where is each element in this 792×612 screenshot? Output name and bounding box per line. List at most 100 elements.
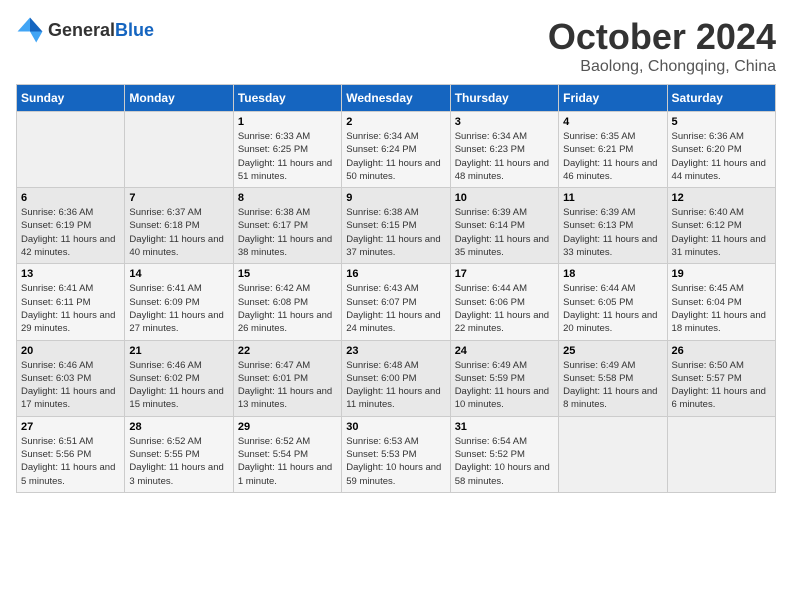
day-number: 21 [129,345,228,357]
day-number: 26 [672,345,771,357]
day-info: Sunrise: 6:52 AMSunset: 5:54 PMDaylight:… [238,435,337,488]
day-number: 8 [238,192,337,204]
day-number: 5 [672,116,771,128]
calendar-cell: 25 Sunrise: 6:49 AMSunset: 5:58 PMDayligh… [559,340,667,416]
calendar-cell: 2 Sunrise: 6:34 AMSunset: 6:24 PMDaylight… [342,112,450,188]
day-header: Tuesday [233,85,341,112]
calendar-cell: 13 Sunrise: 6:41 AMSunset: 6:11 PMDayligh… [17,264,125,340]
calendar-cell: 28 Sunrise: 6:52 AMSunset: 5:55 PMDayligh… [125,416,233,492]
calendar-cell: 29 Sunrise: 6:52 AMSunset: 5:54 PMDayligh… [233,416,341,492]
day-info: Sunrise: 6:42 AMSunset: 6:08 PMDaylight:… [238,282,337,335]
day-info: Sunrise: 6:49 AMSunset: 5:58 PMDaylight:… [563,359,662,412]
calendar-cell: 8Sunrise: 6:38 AMSunset: 6:17 PMDaylight… [233,188,341,264]
calendar-week-row: 13 Sunrise: 6:41 AMSunset: 6:11 PMDayligh… [17,264,776,340]
day-info: Sunrise: 6:41 AMSunset: 6:11 PMDaylight:… [21,282,120,335]
calendar-cell: 10Sunrise: 6:39 AMSunset: 6:14 PMDayligh… [450,188,558,264]
day-number: 18 [563,268,662,280]
logo-general: General [48,20,115,40]
calendar-week-row: 27Sunrise: 6:51 AMSunset: 5:56 PMDayligh… [17,416,776,492]
day-info: Sunrise: 6:40 AMSunset: 6:12 PMDaylight:… [672,206,771,259]
day-info: Sunrise: 6:46 AMSunset: 6:02 PMDaylight:… [129,359,228,412]
calendar-cell: 3Sunrise: 6:34 AMSunset: 6:23 PMDaylight… [450,112,558,188]
day-header: Saturday [667,85,775,112]
location: Baolong, Chongqing, China [548,58,776,76]
day-number: 9 [346,192,445,204]
day-info: Sunrise: 6:38 AMSunset: 6:15 PMDaylight:… [346,206,445,259]
calendar-cell: 23 Sunrise: 6:48 AMSunset: 6:00 PMDayligh… [342,340,450,416]
day-info: Sunrise: 6:36 AMSunset: 6:19 PMDaylight:… [21,206,120,259]
calendar-cell: 26 Sunrise: 6:50 AMSunset: 5:57 PMDayligh… [667,340,775,416]
calendar-week-row: 20 Sunrise: 6:46 AMSunset: 6:03 PMDayligh… [17,340,776,416]
day-number: 13 [21,268,120,280]
calendar-cell [667,416,775,492]
day-number: 2 [346,116,445,128]
day-number: 16 [346,268,445,280]
calendar-cell: 1 Sunrise: 6:33 AMSunset: 6:25 PMDaylight… [233,112,341,188]
day-number: 20 [21,345,120,357]
day-info: Sunrise: 6:46 AMSunset: 6:03 PMDaylight:… [21,359,120,412]
day-info: Sunrise: 6:52 AMSunset: 5:55 PMDaylight:… [129,435,228,488]
month-title: October 2024 [548,16,776,58]
day-number: 25 [563,345,662,357]
calendar-cell: 12 Sunrise: 6:40 AMSunset: 6:12 PMDayligh… [667,188,775,264]
calendar-cell: 4 Sunrise: 6:35 AMSunset: 6:21 PMDaylight… [559,112,667,188]
day-header: Wednesday [342,85,450,112]
day-number: 24 [455,345,554,357]
day-header: Sunday [17,85,125,112]
day-number: 7 [129,192,228,204]
logo-icon [16,16,44,44]
day-number: 6 [21,192,120,204]
day-number: 15 [238,268,337,280]
day-number: 1 [238,116,337,128]
calendar-cell [559,416,667,492]
calendar-cell: 15 Sunrise: 6:42 AMSunset: 6:08 PMDayligh… [233,264,341,340]
day-number: 4 [563,116,662,128]
calendar-cell: 21 Sunrise: 6:46 AMSunset: 6:02 PMDayligh… [125,340,233,416]
calendar-cell: 5 Sunrise: 6:36 AMSunset: 6:20 PMDaylight… [667,112,775,188]
calendar-cell: 6 Sunrise: 6:36 AMSunset: 6:19 PMDaylight… [17,188,125,264]
day-info: Sunrise: 6:53 AMSunset: 5:53 PMDaylight:… [346,435,445,488]
day-info: Sunrise: 6:34 AMSunset: 6:24 PMDaylight:… [346,130,445,183]
day-info: Sunrise: 6:44 AMSunset: 6:06 PMDaylight:… [455,282,554,335]
day-number: 11 [563,192,662,204]
day-number: 14 [129,268,228,280]
day-info: Sunrise: 6:33 AMSunset: 6:25 PMDaylight:… [238,130,337,183]
logo-blue: Blue [115,20,154,40]
day-info: Sunrise: 6:41 AMSunset: 6:09 PMDaylight:… [129,282,228,335]
day-info: Sunrise: 6:44 AMSunset: 6:05 PMDaylight:… [563,282,662,335]
day-number: 31 [455,421,554,433]
day-header: Monday [125,85,233,112]
day-info: Sunrise: 6:50 AMSunset: 5:57 PMDaylight:… [672,359,771,412]
day-header: Thursday [450,85,558,112]
calendar-table: SundayMondayTuesdayWednesdayThursdayFrid… [16,84,776,493]
day-header: Friday [559,85,667,112]
day-info: Sunrise: 6:48 AMSunset: 6:00 PMDaylight:… [346,359,445,412]
day-number: 23 [346,345,445,357]
calendar-cell [125,112,233,188]
calendar-cell [17,112,125,188]
day-number: 12 [672,192,771,204]
day-info: Sunrise: 6:36 AMSunset: 6:20 PMDaylight:… [672,130,771,183]
day-info: Sunrise: 6:51 AMSunset: 5:56 PMDaylight:… [21,435,120,488]
calendar-header-row: SundayMondayTuesdayWednesdayThursdayFrid… [17,85,776,112]
calendar-cell: 16 Sunrise: 6:43 AMSunset: 6:07 PMDayligh… [342,264,450,340]
day-info: Sunrise: 6:43 AMSunset: 6:07 PMDaylight:… [346,282,445,335]
calendar-cell: 7Sunrise: 6:37 AMSunset: 6:18 PMDaylight… [125,188,233,264]
day-number: 29 [238,421,337,433]
day-number: 19 [672,268,771,280]
day-info: Sunrise: 6:39 AMSunset: 6:13 PMDaylight:… [563,206,662,259]
calendar-cell: 24 Sunrise: 6:49 AMSunset: 5:59 PMDayligh… [450,340,558,416]
calendar-cell: 19Sunrise: 6:45 AMSunset: 6:04 PMDayligh… [667,264,775,340]
day-number: 3 [455,116,554,128]
calendar-cell: 27Sunrise: 6:51 AMSunset: 5:56 PMDayligh… [17,416,125,492]
calendar-cell: 9 Sunrise: 6:38 AMSunset: 6:15 PMDaylight… [342,188,450,264]
day-number: 28 [129,421,228,433]
day-info: Sunrise: 6:49 AMSunset: 5:59 PMDaylight:… [455,359,554,412]
day-info: Sunrise: 6:54 AMSunset: 5:52 PMDaylight:… [455,435,554,488]
page-header: GeneralBlue October 2024 Baolong, Chongq… [16,16,776,76]
calendar-cell: 18 Sunrise: 6:44 AMSunset: 6:05 PMDayligh… [559,264,667,340]
calendar-cell: 30Sunrise: 6:53 AMSunset: 5:53 PMDayligh… [342,416,450,492]
logo: GeneralBlue [16,16,154,44]
day-info: Sunrise: 6:35 AMSunset: 6:21 PMDaylight:… [563,130,662,183]
day-number: 10 [455,192,554,204]
